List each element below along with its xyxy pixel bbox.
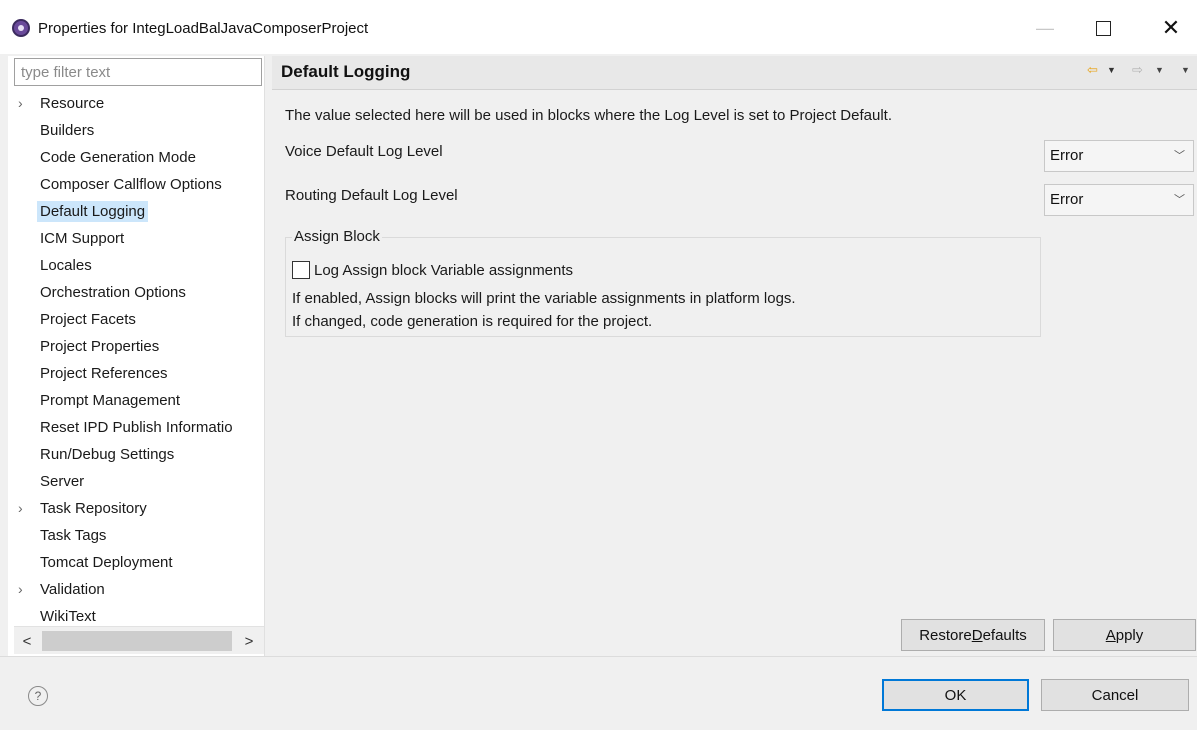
chevron-down-icon: ﹀ [1174,194,1185,206]
apply-mnemonic: A [1105,626,1116,644]
page-title: Default Logging [281,62,411,81]
page-header: Default Logging ⇦ ▼ ⇨ ▼ ▼ [272,56,1197,90]
sidebar-item[interactable]: › Task Repository [8,495,264,522]
sidebar-item-label: Validation [40,581,105,598]
routing-log-level-select[interactable]: Error ﹀ [1044,184,1194,216]
log-assign-checkbox-row[interactable]: Log Assign block Variable assignments [292,260,573,280]
sidebar-item-label: Prompt Management [40,392,181,409]
sidebar-item[interactable]: Tomcat Deployment [8,549,264,576]
chevron-right-icon[interactable]: › [18,576,23,603]
voice-log-level-select[interactable]: Error ﹀ [1044,140,1194,172]
group-title: Assign Block [292,228,382,245]
info-text-enabled: If enabled, Assign blocks will print the… [292,290,796,307]
sidebar-item[interactable]: › Validation [8,576,264,603]
apply-button[interactable]: Apply [1053,619,1196,651]
horizontal-scrollbar[interactable]: < > [14,626,264,654]
sidebar-item[interactable]: Reset IPD Publish Informatio [8,414,264,441]
maximize-icon [1095,20,1111,36]
sidebar-item[interactable]: WikiText [8,603,264,628]
info-text-changed: If changed, code generation is required … [292,313,653,330]
assign-block-group: Assign Block Log Assign block Variable a… [285,228,1041,337]
sidebar-item-label: WikiText [40,608,96,625]
sidebar-item-label: Reset IPD Publish Informatio [40,419,233,436]
sidebar-item[interactable]: ICM Support [8,225,264,252]
close-button[interactable]: ✕ [1148,10,1194,46]
routing-log-level-label: Routing Default Log Level [285,187,458,204]
sidebar-item[interactable]: Composer Callflow Options [8,171,264,198]
sidebar-item-label: Task Tags [40,527,107,544]
cancel-button[interactable]: Cancel [1041,679,1189,711]
filter-input[interactable] [14,58,262,86]
property-pages-pane: › Resource Builders Code Generation Mode Com… [8,56,264,656]
sidebar-item-label: Builders [40,122,95,139]
sidebar-item[interactable]: Task Tags [8,522,264,549]
sidebar-item[interactable]: Prompt Management [8,387,264,414]
chevron-right-icon[interactable]: › [18,90,23,117]
sidebar-item[interactable]: Code Generation Mode [8,144,264,171]
sidebar-item[interactable]: Server [8,468,264,495]
window-title: Properties for IntegLoadBalJavaComposerP… [38,20,369,37]
sidebar-item[interactable]: › Resource [8,90,264,117]
apply-label-part: pply [1115,626,1144,644]
sidebar-item[interactable]: Run/Debug Settings [8,441,264,468]
sidebar-item-label: Project References [40,365,168,382]
sidebar-item-label: Locales [40,257,92,274]
help-icon[interactable]: ? [28,686,48,706]
sidebar-item-label: Task Repository [40,500,147,517]
pane-splitter[interactable] [264,56,272,656]
sidebar-item-label: Project Properties [40,338,160,355]
chevron-right-icon[interactable]: › [18,495,23,522]
voice-log-level-value: Error [1050,147,1084,164]
minimize-button[interactable]: — [1022,10,1068,46]
eclipse-app-icon [12,19,30,37]
sidebar-item-label: Run/Debug Settings [40,446,175,463]
scrollbar-thumb[interactable] [42,631,232,651]
routing-log-level-value: Error [1050,191,1084,208]
sidebar-item-label: Server [40,473,85,490]
restore-mnemonic: D [971,626,983,644]
sidebar-item-label: Project Facets [40,311,136,328]
sidebar-item[interactable]: Default Logging [8,198,264,225]
scroll-left-button[interactable]: < [14,629,40,653]
restore-label-part: efaults [982,626,1027,644]
scroll-right-button[interactable]: > [236,629,262,653]
page-content: The value selected here will be used in … [272,90,1197,650]
sidebar-item[interactable]: Project Facets [8,306,264,333]
title-bar: Properties for IntegLoadBalJavaComposerP… [0,0,1197,54]
forward-dropdown-icon[interactable]: ▼ [1155,65,1164,75]
chevron-down-icon: ﹀ [1174,150,1185,162]
page-description: The value selected here will be used in … [285,107,893,124]
sidebar-item-label: Tomcat Deployment [40,554,173,571]
forward-arrow-icon[interactable]: ⇨ [1132,62,1143,78]
sidebar-item[interactable]: Builders [8,117,264,144]
ok-button[interactable]: OK [882,679,1029,711]
sidebar-item[interactable]: Locales [8,252,264,279]
sidebar-item[interactable]: Project References [8,360,264,387]
sidebar-item-label: Orchestration Options [40,284,186,301]
sidebar-item-label: ICM Support [40,230,125,247]
back-arrow-icon[interactable]: ⇦ [1087,62,1098,78]
history-navigation: ⇦ ▼ ⇨ ▼ ▼ [1087,62,1195,82]
log-assign-checkbox-label[interactable]: Log Assign block Variable assignments [314,262,573,279]
sidebar-item-label: Composer Callflow Options [40,176,222,193]
maximize-button[interactable] [1080,10,1126,46]
sidebar-item-label: Resource [40,95,105,112]
back-dropdown-icon[interactable]: ▼ [1107,65,1116,75]
sidebar-item-label: Code Generation Mode [40,149,196,166]
restore-label-part: Restore [919,626,972,644]
sidebar-item-label: Default Logging [37,201,149,222]
restore-defaults-button[interactable]: Restore Defaults [901,619,1045,651]
sidebar-item[interactable]: Orchestration Options [8,279,264,306]
divider [0,656,1197,657]
property-pages-tree: › Resource Builders Code Generation Mode Com… [8,90,264,628]
sidebar-item[interactable]: Project Properties [8,333,264,360]
voice-log-level-label: Voice Default Log Level [285,143,443,160]
view-menu-icon[interactable]: ▼ [1181,65,1190,75]
log-assign-checkbox[interactable] [292,261,310,279]
